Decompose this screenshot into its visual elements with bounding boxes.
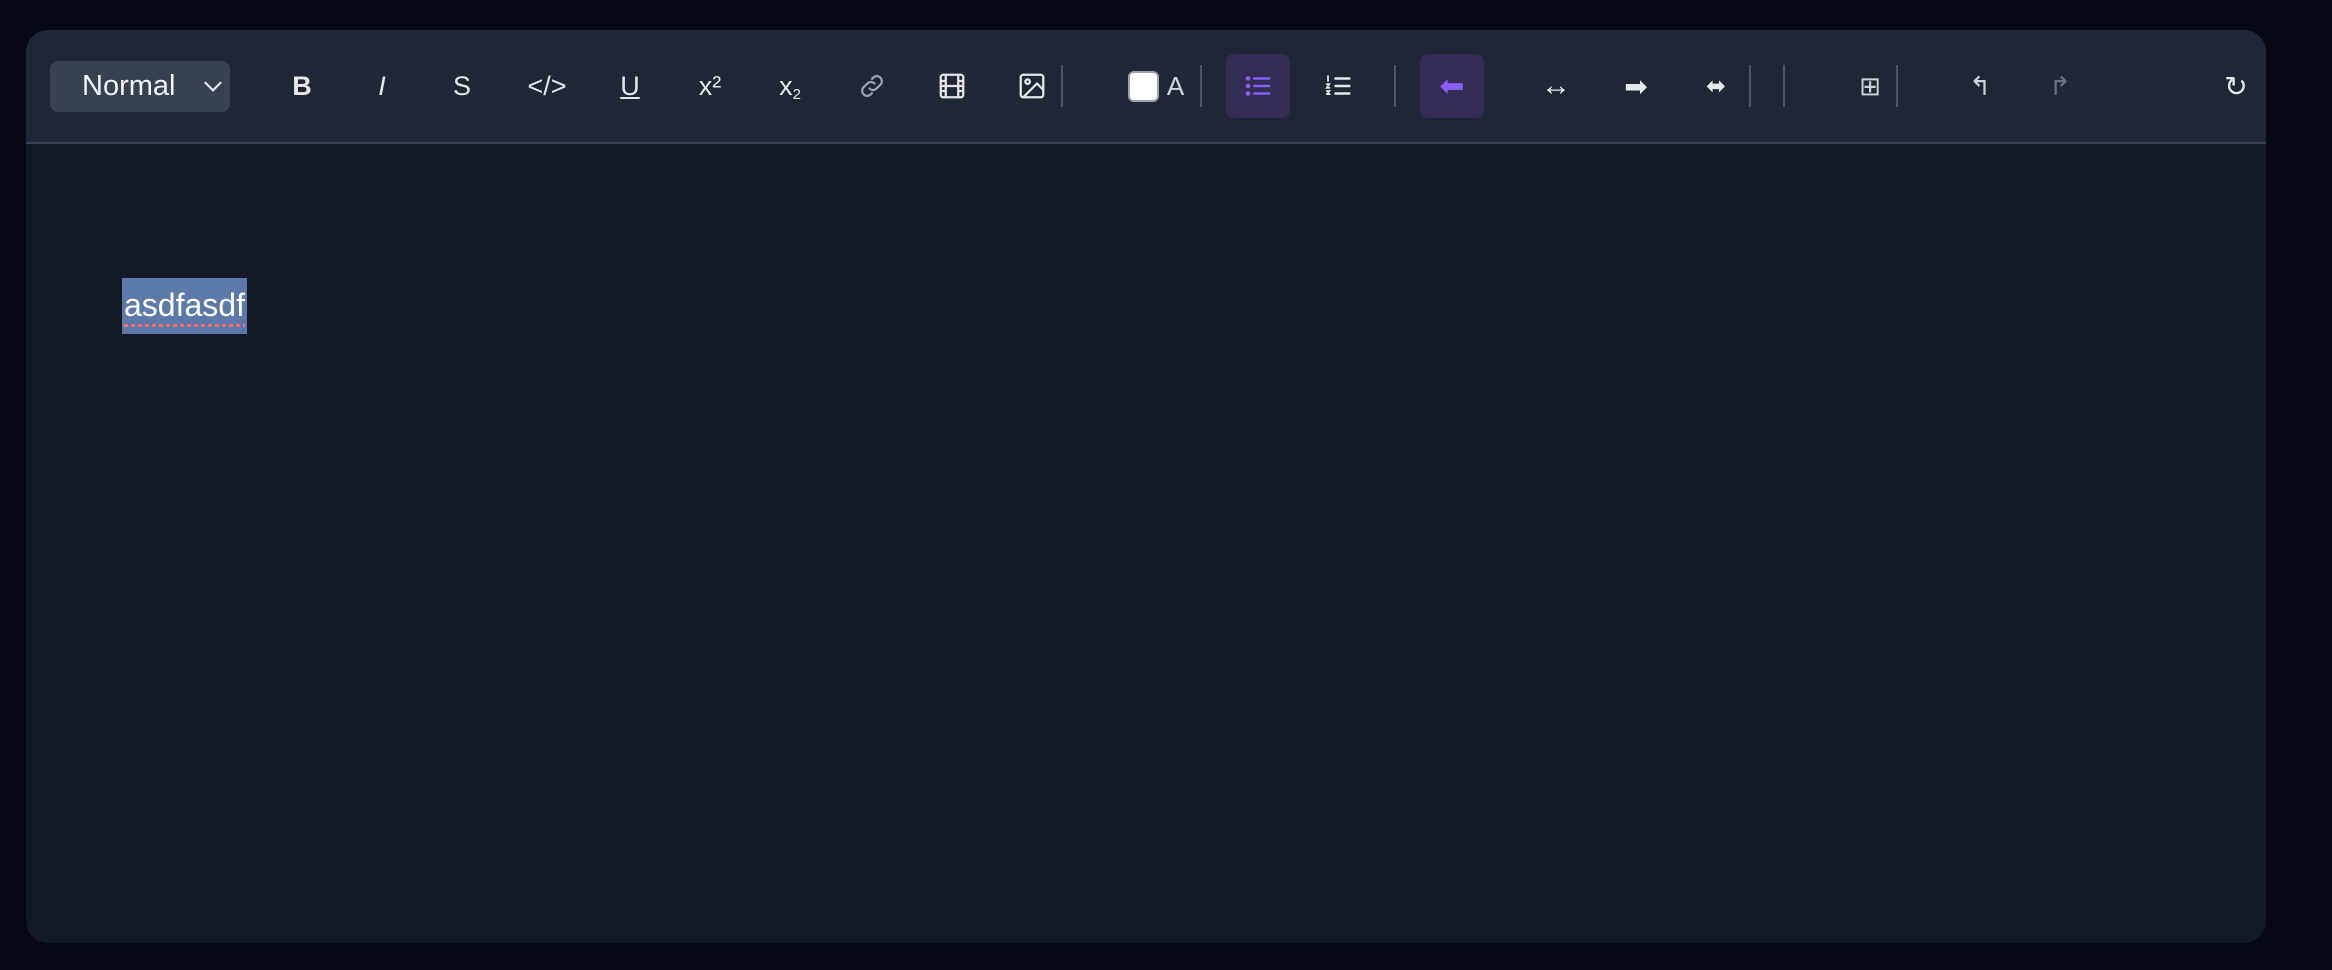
undo-button[interactable]: ↰ [1948, 30, 2012, 142]
paragraph-text: asdfasdf [124, 287, 245, 323]
align-left-button[interactable]: ⬅ [1420, 30, 1484, 142]
toolbar-divider [1061, 65, 1063, 107]
bold-label: B [292, 70, 312, 101]
toolbar-divider [1749, 65, 1751, 107]
align-left-icon: ⬅ [1439, 69, 1465, 103]
undo-icon: ↰ [1969, 70, 1991, 101]
redo-icon: ↱ [2049, 70, 2071, 101]
italic-label: I [378, 70, 386, 101]
subscript-label: x [779, 70, 793, 101]
superscript-label: x² [698, 70, 722, 101]
numbered-list-icon[interactable] [1306, 30, 1370, 142]
underline-button[interactable]: U [600, 30, 660, 142]
code-button[interactable]: </> [512, 30, 582, 142]
chevron-down-icon [200, 73, 226, 104]
code-label: </> [527, 70, 567, 101]
toolbar-divider [1200, 65, 1202, 107]
bullet-list-icon[interactable] [1226, 30, 1290, 142]
redo-button[interactable]: ↱ [2028, 30, 2092, 142]
block-format-value: Normal [82, 70, 176, 102]
block-format-select[interactable]: Normal [50, 61, 230, 112]
subscript-index: 2 [792, 85, 801, 103]
video-icon[interactable] [922, 30, 982, 142]
justify-icon: ⬌ [1705, 72, 1727, 100]
editor-content[interactable]: asdfasdf [122, 278, 247, 334]
spellcheck-underline [124, 324, 245, 327]
editor-toolbar: Normal B I S </> U x² x2 A ⬅ ↔ ➡ ⬌ ⊞ ↰ ↱… [26, 30, 2266, 144]
align-right-icon: ➡ [1624, 70, 1648, 102]
color-swatch [1127, 70, 1159, 102]
toolbar-divider [1896, 65, 1898, 107]
text-color-button[interactable]: A [1120, 30, 1192, 142]
table-button[interactable]: ⊞ [1838, 30, 1902, 142]
bold-button[interactable]: B [272, 30, 332, 142]
strikethrough-button[interactable]: S [432, 30, 492, 142]
selected-text[interactable]: asdfasdf [122, 278, 247, 334]
table-icon: ⊞ [1859, 70, 1881, 101]
justify-button[interactable]: ⬌ [1684, 30, 1748, 142]
link-icon[interactable] [842, 30, 902, 142]
align-center-button[interactable]: ↔ [1524, 30, 1588, 142]
strikethrough-label: S [452, 70, 471, 101]
refresh-icon: ↻ [2224, 70, 2248, 102]
superscript-button[interactable]: x² [680, 30, 740, 142]
text-color-label: A [1166, 70, 1185, 101]
align-right-button[interactable]: ➡ [1604, 30, 1668, 142]
subscript-button[interactable]: x2 [760, 30, 820, 142]
image-icon[interactable] [1002, 30, 1062, 142]
toolbar-divider [1783, 65, 1785, 107]
refresh-button[interactable]: ↻ [2204, 30, 2266, 142]
rich-text-editor: Normal B I S </> U x² x2 A ⬅ ↔ ➡ ⬌ ⊞ ↰ ↱… [26, 30, 2266, 943]
align-center-icon: ↔ [1541, 69, 1571, 102]
italic-button[interactable]: I [352, 30, 412, 142]
toolbar-divider [1394, 65, 1396, 107]
underline-label: U [620, 70, 640, 101]
